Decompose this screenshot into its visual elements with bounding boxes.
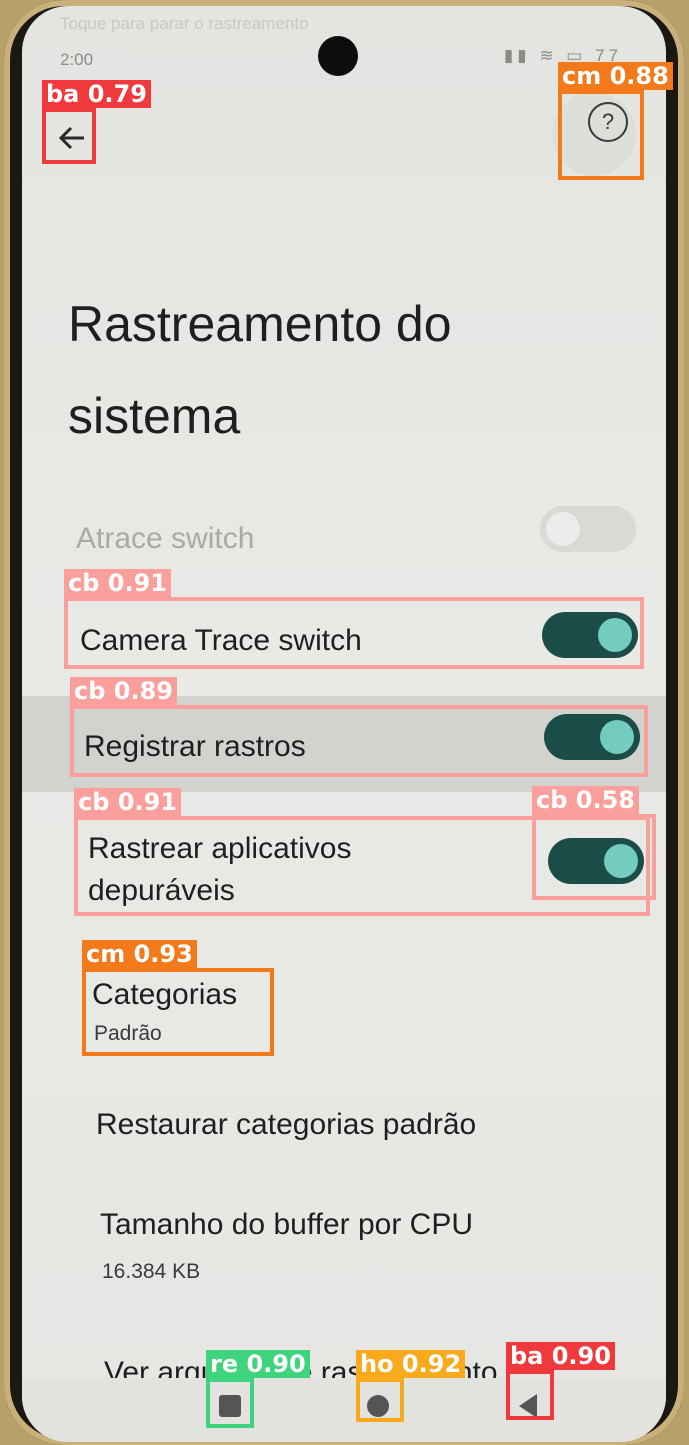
page-title: Rastreamento do sistema bbox=[68, 296, 452, 444]
camera-cutout bbox=[318, 36, 358, 76]
detection-label: cb 0.91 bbox=[64, 569, 171, 597]
toggle-knob bbox=[546, 512, 580, 546]
detection-label: ba 0.90 bbox=[506, 1342, 615, 1370]
detection-label: cb 0.58 bbox=[532, 786, 639, 814]
detection-box bbox=[356, 1378, 404, 1422]
detection-box bbox=[558, 90, 644, 180]
detection-label: ba 0.79 bbox=[42, 80, 151, 108]
setting-restore-categories[interactable]: Restaurar categorias padrão bbox=[22, 1100, 666, 1160]
detection-label: cb 0.91 bbox=[74, 788, 181, 816]
restore-categories-label: Restaurar categorias padrão bbox=[96, 1108, 477, 1141]
setting-atrace-switch: Atrace switch bbox=[22, 506, 666, 576]
navigation-bar bbox=[22, 1378, 666, 1442]
detection-box bbox=[70, 705, 648, 777]
detection-label: re 0.90 bbox=[206, 1350, 310, 1378]
detection-label: ho 0.92 bbox=[356, 1350, 466, 1378]
detection-label: cm 0.93 bbox=[82, 940, 197, 968]
detection-label: cb 0.89 bbox=[70, 677, 177, 705]
buffer-size-label: Tamanho do buffer por CPU bbox=[100, 1208, 473, 1241]
status-ghost-text: Toque para parar o rastreamento bbox=[60, 14, 309, 33]
detection-box bbox=[506, 1370, 554, 1420]
detection-box bbox=[64, 597, 644, 669]
buffer-size-value: 16.384 KB bbox=[102, 1260, 201, 1283]
detection-box bbox=[532, 814, 656, 900]
detection-box bbox=[42, 108, 96, 164]
detection-label: cm 0.88 bbox=[558, 62, 673, 90]
atrace-switch-toggle bbox=[540, 506, 636, 552]
status-time: 2:00 bbox=[60, 50, 94, 69]
detection-box bbox=[82, 968, 274, 1056]
setting-buffer-size[interactable]: Tamanho do buffer por CPU 16.384 KB bbox=[22, 1202, 666, 1302]
detection-box bbox=[206, 1378, 254, 1428]
atrace-switch-label: Atrace switch bbox=[76, 522, 255, 555]
